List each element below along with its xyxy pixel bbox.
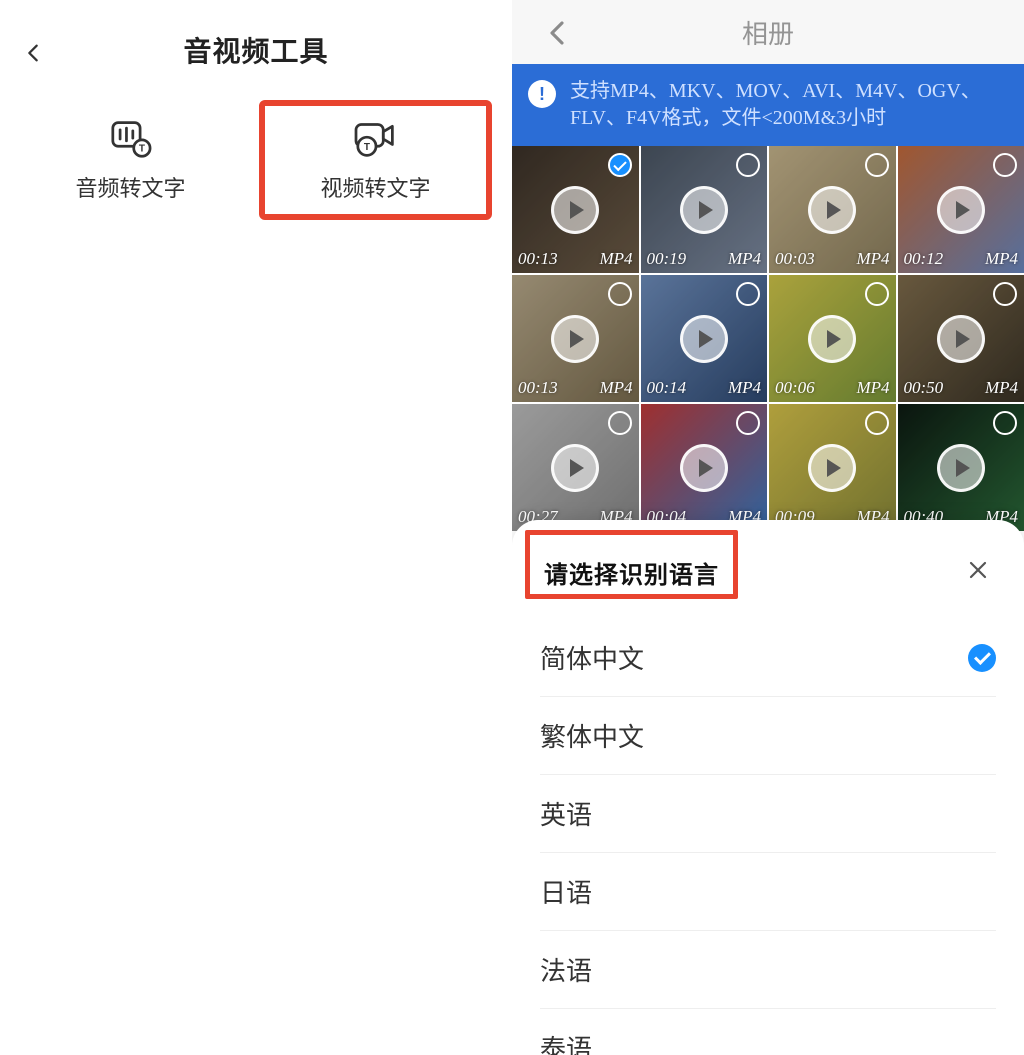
highlight-box: 请选择识别语言 [525, 530, 738, 599]
duration-label: 00:19 [647, 249, 687, 269]
select-toggle[interactable] [865, 411, 889, 435]
video-thumb[interactable]: 00:27MP4 [512, 404, 639, 531]
duration-label: 00:12 [904, 249, 944, 269]
format-label: MP4 [856, 249, 889, 269]
video-thumb[interactable]: 00:04MP4 [641, 404, 768, 531]
language-option[interactable]: 简体中文 [540, 619, 996, 697]
video-grid: 00:13 MP4 00:19 MP4 00:03 MP4 00:12 MP4 00:13 MP4… [512, 146, 1024, 531]
video-thumb[interactable]: 00:40MP4 [898, 404, 1024, 531]
duration-label: 00:50 [904, 378, 944, 398]
play-icon [808, 444, 856, 492]
duration-label: 00:03 [775, 249, 815, 269]
chevron-left-icon [22, 38, 44, 68]
duration-label: 00:06 [775, 378, 815, 398]
play-icon [551, 444, 599, 492]
close-button[interactable] [960, 552, 996, 588]
language-label: 简体中文 [540, 639, 644, 676]
language-option[interactable]: 繁体中文 [540, 697, 996, 775]
audio-icon: T [106, 117, 156, 161]
select-toggle[interactable] [608, 282, 632, 306]
select-toggle[interactable] [736, 411, 760, 435]
back-button[interactable] [542, 18, 572, 48]
play-icon [937, 315, 985, 363]
video-icon: T [351, 117, 401, 161]
format-label: MP4 [599, 249, 632, 269]
select-toggle[interactable] [993, 411, 1017, 435]
header: 音视频工具 [0, 0, 512, 100]
tool-label: 音频转文字 [75, 171, 185, 203]
play-icon [551, 315, 599, 363]
select-toggle[interactable] [608, 153, 632, 177]
play-icon [680, 315, 728, 363]
language-label: 繁体中文 [540, 717, 644, 754]
info-banner: ! 支持MP4、MKV、MOV、AVI、M4V、OGV、FLV、F4V格式，文件… [512, 64, 1024, 146]
header: 相册 [512, 0, 1024, 64]
check-icon [968, 644, 996, 672]
video-thumb[interactable]: 00:13 MP4 [512, 146, 639, 273]
video-thumb[interactable]: 00:19 MP4 [641, 146, 768, 273]
format-label: MP4 [728, 249, 761, 269]
select-toggle[interactable] [865, 282, 889, 306]
video-thumb[interactable]: 00:14 MP4 [641, 275, 768, 402]
play-icon [680, 444, 728, 492]
language-label: 日语 [540, 873, 592, 910]
language-label: 法语 [540, 951, 592, 988]
tools-screen: 音视频工具 T 音频转文字 [0, 0, 512, 1055]
duration-label: 00:13 [518, 378, 558, 398]
play-icon [551, 186, 599, 234]
play-icon [937, 444, 985, 492]
language-option[interactable]: 日语 [540, 853, 996, 931]
video-thumb[interactable]: 00:12 MP4 [898, 146, 1024, 273]
play-icon [680, 186, 728, 234]
select-toggle[interactable] [736, 282, 760, 306]
select-toggle[interactable] [993, 153, 1017, 177]
select-toggle[interactable] [865, 153, 889, 177]
language-list: 简体中文繁体中文英语日语法语泰语 [512, 613, 1024, 1055]
format-label: MP4 [856, 378, 889, 398]
play-icon [937, 186, 985, 234]
sheet-title: 请选择识别语言 [544, 555, 719, 590]
language-label: 泰语 [540, 1029, 592, 1055]
close-icon [966, 558, 990, 582]
info-icon: ! [528, 80, 556, 108]
duration-label: 00:14 [647, 378, 687, 398]
play-icon [808, 186, 856, 234]
duration-label: 00:13 [518, 249, 558, 269]
format-label: MP4 [599, 378, 632, 398]
play-icon [808, 315, 856, 363]
video-thumb[interactable]: 00:13 MP4 [512, 275, 639, 402]
language-option[interactable]: 法语 [540, 931, 996, 1009]
language-sheet: 请选择识别语言 简体中文繁体中文英语日语法语泰语 [512, 520, 1024, 1055]
banner-text: 支持MP4、MKV、MOV、AVI、M4V、OGV、FLV、F4V格式，文件<2… [570, 78, 1008, 132]
language-option[interactable]: 泰语 [540, 1009, 996, 1055]
album-screen: 相册 ! 支持MP4、MKV、MOV、AVI、M4V、OGV、FLV、F4V格式… [512, 0, 1024, 1055]
tool-video-to-text[interactable]: T 视频转文字 [259, 100, 492, 220]
format-label: MP4 [728, 378, 761, 398]
format-label: MP4 [985, 249, 1018, 269]
video-thumb[interactable]: 00:03 MP4 [769, 146, 896, 273]
svg-text:T: T [363, 142, 369, 153]
language-option[interactable]: 英语 [540, 775, 996, 853]
video-thumb[interactable]: 00:06 MP4 [769, 275, 896, 402]
svg-text:T: T [138, 144, 144, 155]
back-button[interactable] [18, 38, 48, 68]
select-toggle[interactable] [993, 282, 1017, 306]
video-thumb[interactable]: 00:50 MP4 [898, 275, 1024, 402]
tool-audio-to-text[interactable]: T 音频转文字 [20, 100, 241, 220]
select-toggle[interactable] [736, 153, 760, 177]
page-title: 音视频工具 [183, 30, 328, 70]
select-toggle[interactable] [608, 411, 632, 435]
page-title: 相册 [742, 14, 794, 51]
language-label: 英语 [540, 795, 592, 832]
video-thumb[interactable]: 00:09MP4 [769, 404, 896, 531]
tool-label: 视频转文字 [320, 171, 430, 203]
chevron-left-icon [542, 18, 572, 48]
format-label: MP4 [985, 378, 1018, 398]
